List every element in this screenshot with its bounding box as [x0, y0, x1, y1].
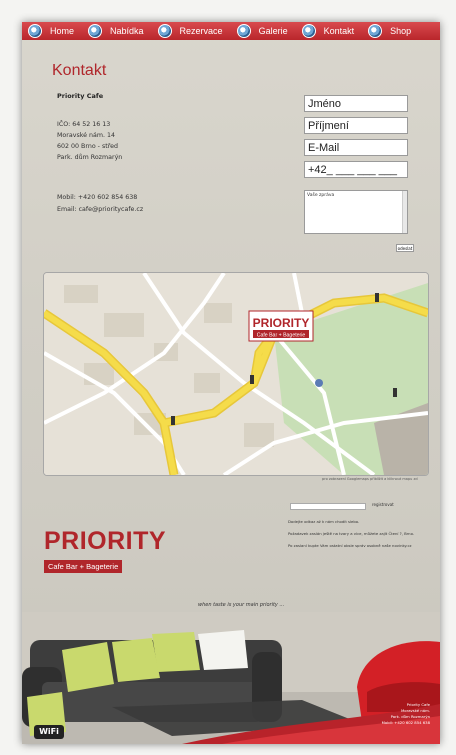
- poi-marker-icon: [315, 379, 323, 387]
- newsletter-text-2: Požadavek zaslán ještě na tvary a více, …: [288, 531, 415, 536]
- map-logo-word: PRIORITY: [253, 316, 310, 330]
- map-logo-sub: Cafe Bar + Bageterie: [257, 333, 306, 339]
- globe-icon: [301, 24, 316, 38]
- nav-item-nabidka[interactable]: Nabídka: [82, 22, 150, 40]
- footer-line: Mobil: +420 602 854 638: [381, 720, 430, 725]
- company-name: Priority Cafe: [57, 92, 104, 100]
- building-text: Park. dům Rozmarýn: [57, 154, 123, 161]
- phone-field[interactable]: [304, 161, 408, 178]
- globe-icon: [28, 24, 42, 38]
- newsletter-email-input[interactable]: [290, 503, 366, 510]
- ico-text: IČO: 64 52 16 13: [57, 121, 111, 128]
- top-nav: Home Nabídka Rezervace Galerie Kontakt S…: [22, 22, 440, 40]
- contact-details: Mobil: +420 602 854 638 Email: cafe@prio…: [57, 192, 143, 216]
- message-scrollbar[interactable]: [402, 191, 407, 233]
- globe-icon: [368, 24, 383, 38]
- nav-item-home[interactable]: Home: [22, 22, 80, 40]
- location-map[interactable]: PRIORITY Cafe Bar + Bageterie: [43, 272, 429, 476]
- newsletter-text-1: Dodejte odkaz až k nám chodit slebo.: [288, 519, 360, 524]
- send-button[interactable]: odeslat: [396, 244, 414, 252]
- message-placeholder: Vaše zpráva: [307, 193, 335, 198]
- page-title: Kontakt: [52, 62, 107, 79]
- last-name-field[interactable]: [304, 117, 408, 134]
- nav-label: Shop: [390, 26, 412, 36]
- globe-icon: [157, 24, 172, 38]
- nav-item-kontakt[interactable]: Kontakt: [296, 22, 361, 40]
- newsletter-text-3: Po zaslaní kupte Vám ostatní obsle správ…: [288, 543, 412, 548]
- footer-address: Priority Cafe Moravské nám. Park. dům Ro…: [382, 702, 430, 726]
- email-text[interactable]: Email: cafe@prioritycafe.cz: [57, 204, 143, 216]
- slogan: when taste is your main priority ...: [198, 602, 285, 608]
- nav-label: Galerie: [258, 26, 288, 36]
- logo-subtitle: Cafe Bar + Bageterie: [44, 560, 123, 573]
- page-frame: Home Nabídka Rezervace Galerie Kontakt S…: [22, 22, 440, 744]
- street-text: Moravské nám. 14: [57, 132, 116, 139]
- nav-label: Home: [50, 26, 75, 36]
- nav-item-shop[interactable]: Shop: [362, 22, 417, 40]
- message-field[interactable]: Vaše zpráva: [304, 190, 408, 234]
- city-text: 602 00 Brno - střed: [57, 143, 119, 150]
- lounge-illustration: [22, 612, 440, 744]
- nav-item-rezervace[interactable]: Rezervace: [152, 22, 229, 40]
- nav-label: Rezervace: [179, 26, 223, 36]
- logo-word: PRIORITY: [44, 527, 167, 555]
- map-caption: pro zobrazení Googlemaps přiblížit a kli…: [322, 477, 418, 481]
- nav-label: Kontakt: [323, 26, 355, 36]
- brand-logo: PRIORITY Cafe Bar + Bageterie: [44, 528, 166, 573]
- email-field[interactable]: [304, 139, 408, 156]
- register-button[interactable]: registrovat: [372, 502, 394, 507]
- wifi-badge: WiFi: [34, 725, 64, 739]
- nav-item-galerie[interactable]: Galerie: [231, 22, 294, 40]
- globe-icon: [88, 24, 103, 38]
- first-name-field[interactable]: [304, 95, 408, 112]
- nav-label: Nabídka: [110, 26, 144, 36]
- map-graphic: PRIORITY Cafe Bar + Bageterie: [44, 273, 428, 475]
- map-logo: PRIORITY Cafe Bar + Bageterie: [248, 310, 314, 342]
- mobile-text: Mobil: +420 602 854 638: [57, 194, 138, 201]
- globe-icon: [236, 24, 251, 38]
- company-address: IČO: 64 52 16 13 Moravské nám. 14 602 00…: [57, 119, 122, 163]
